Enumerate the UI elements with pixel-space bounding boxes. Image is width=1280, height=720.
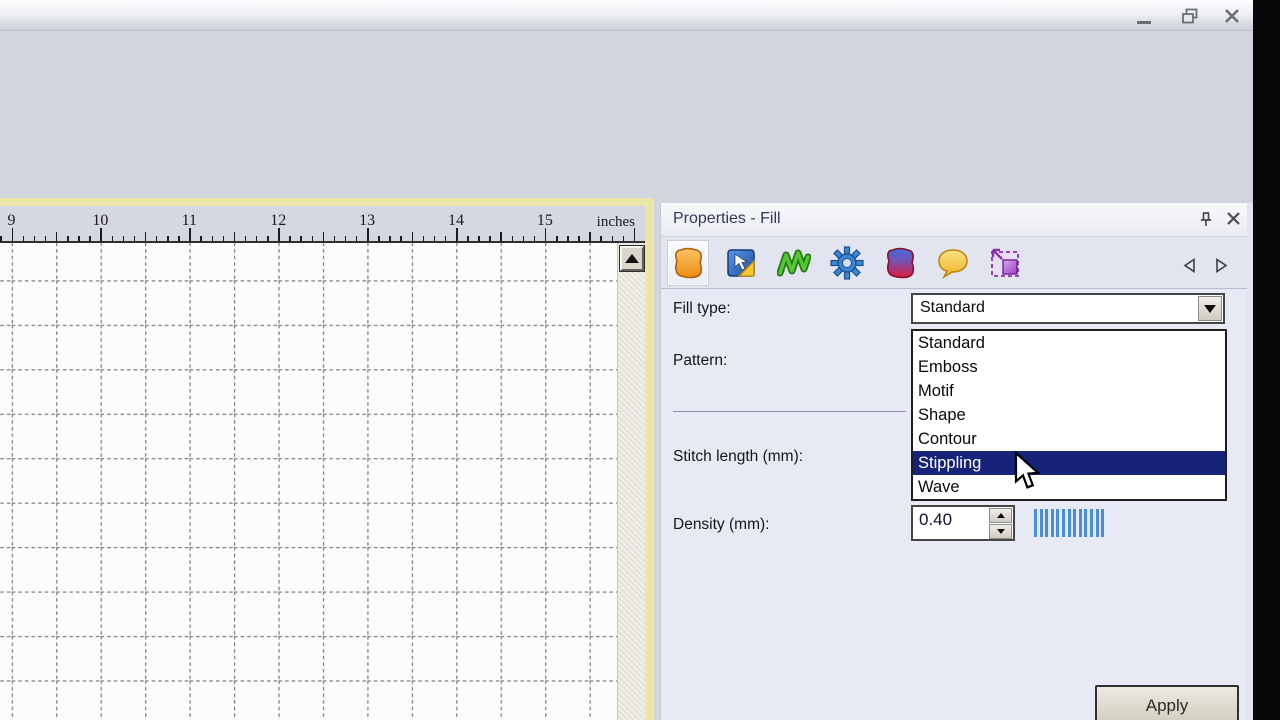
dropdown-option-shape[interactable]: Shape [913,403,1225,427]
dropdown-option-contour[interactable]: Contour [913,427,1225,451]
left-arrow-icon [1183,258,1196,273]
fill-type-combobox[interactable]: Standard [911,293,1225,324]
close-icon [1226,211,1241,226]
down-arrow-icon [1204,305,1216,313]
fill-icon [672,246,704,280]
dropdown-option-wave[interactable]: Wave [913,475,1225,499]
tab-gradient-fill[interactable] [880,241,920,285]
tab-transform[interactable] [986,241,1026,285]
tab-object-properties[interactable] [721,241,761,285]
minimize-icon [1137,21,1151,24]
separator-line [673,411,906,412]
down-arrow-icon [997,529,1005,534]
up-arrow-icon [997,513,1005,518]
restore-button[interactable] [1177,4,1203,28]
nav-previous-button[interactable] [1177,253,1201,277]
fill-type-label: Fill type: [673,300,731,318]
dropdown-option-motif[interactable]: Motif [913,379,1225,403]
dropdown-option-stippling[interactable]: Stippling [913,451,1225,475]
dropdown-option-emboss[interactable]: Emboss [913,355,1225,379]
close-icon [1224,8,1240,24]
gradient-fill-icon [884,246,916,280]
panel-toolbar [661,237,1247,289]
stitch-length-label: Stitch length (mm): [673,448,803,466]
nav-next-button[interactable] [1209,253,1233,277]
tab-fill[interactable] [668,241,708,285]
scroll-up-button[interactable] [620,246,644,271]
density-input[interactable] [919,510,981,530]
pin-icon [1198,211,1214,229]
pin-button[interactable] [1198,211,1216,229]
gear-icon [830,246,864,280]
density-spin-up-button[interactable] [989,508,1012,523]
transform-icon [988,246,1024,280]
dropdown-option-standard[interactable]: Standard [913,331,1225,355]
mouse-cursor [1013,451,1041,491]
density-label: Density (mm): [673,516,769,534]
properties-panel: Properties - Fill [660,203,1253,720]
canvas-frame: 9101112131415 inches [0,198,654,720]
right-arrow-icon [1215,258,1228,273]
vertical-scrollbar[interactable] [617,243,645,720]
screen-edge [1253,0,1280,720]
lettering-icon [936,247,970,279]
pattern-label: Pattern: [673,352,727,370]
fill-type-value: Standard [920,299,985,317]
close-button[interactable] [1219,4,1245,28]
combobox-arrow-button[interactable] [1198,296,1222,321]
app-window: 9101112131415 inches [0,0,1280,720]
panel-close-button[interactable] [1226,211,1244,229]
density-spin-down-button[interactable] [989,524,1012,539]
panel-header: Properties - Fill [661,203,1247,237]
tab-lettering[interactable] [933,241,973,285]
density-spinner [911,505,1015,541]
ruler-unit-label: inches [597,214,635,231]
object-properties-icon [725,247,757,279]
title-bar [0,0,1253,31]
horizontal-ruler: 9101112131415 inches [0,206,645,243]
up-arrow-icon [625,254,639,263]
density-preview [1034,509,1104,537]
grid [0,243,617,720]
fill-type-listbox: StandardEmbossMotifShapeContourStippling… [911,329,1227,501]
restore-icon [1181,8,1199,25]
tab-settings[interactable] [827,241,867,285]
tab-stitch-type[interactable] [774,241,814,285]
design-canvas[interactable] [0,243,617,720]
apply-button[interactable]: Apply [1095,685,1239,720]
panel-title: Properties - Fill [673,210,781,228]
stitch-type-icon [777,247,811,279]
minimize-button[interactable] [1131,4,1157,28]
